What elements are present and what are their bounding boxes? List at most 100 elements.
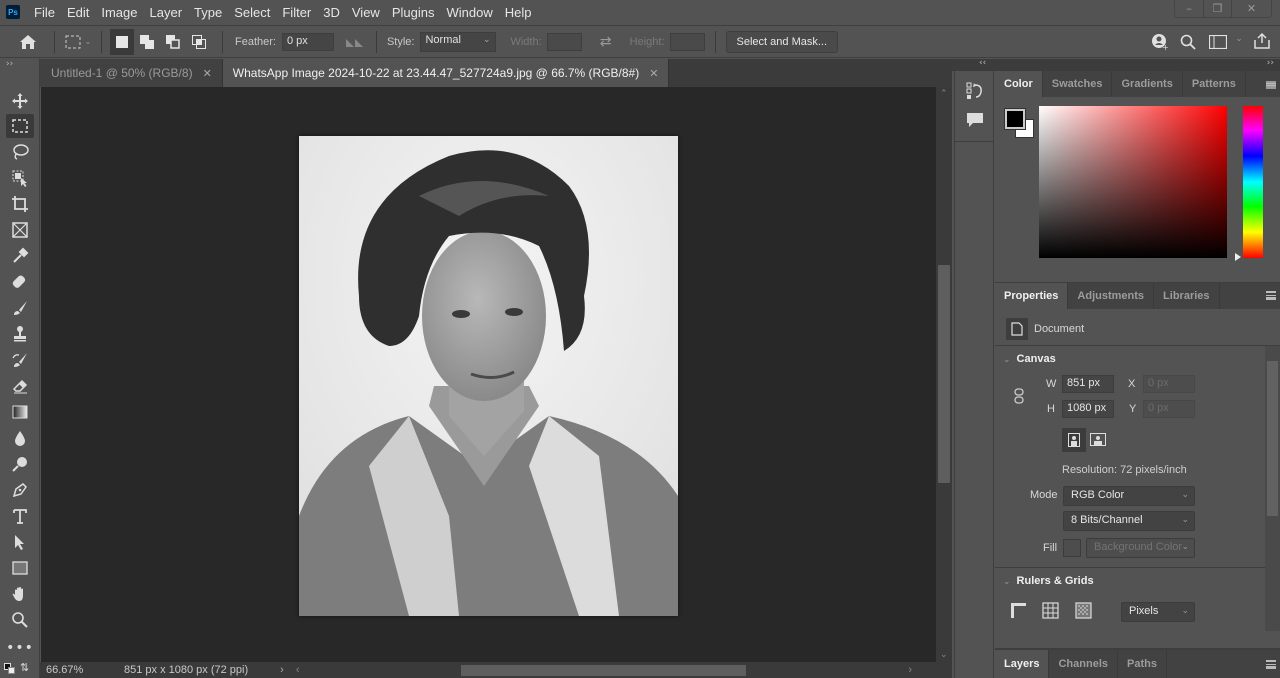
height-input[interactable] — [669, 32, 705, 51]
document-image[interactable] — [299, 136, 678, 616]
eraser-tool[interactable] — [6, 374, 34, 398]
new-selection-icon[interactable] — [110, 28, 134, 55]
canvas-area[interactable] — [41, 87, 936, 662]
menu-layer[interactable]: Layer — [150, 5, 183, 20]
style-dropdown[interactable]: Normal ⌄ — [420, 31, 497, 52]
menu-help[interactable]: Help — [505, 5, 532, 20]
share-icon[interactable] — [1252, 31, 1272, 51]
search-icon[interactable] — [1178, 32, 1198, 52]
fill-color-swatch[interactable] — [1063, 539, 1081, 557]
scroll-left-icon[interactable]: ‹ — [296, 664, 300, 676]
tab-layers[interactable]: Layers — [995, 650, 1050, 678]
tab-libraries[interactable]: Libraries — [1154, 283, 1220, 309]
width-input[interactable] — [546, 32, 582, 51]
blur-tool[interactable] — [6, 426, 34, 450]
add-to-selection-icon[interactable] — [134, 29, 160, 55]
swap-width-height-icon[interactable]: ⇄ — [596, 34, 616, 50]
menu-plugins[interactable]: Plugins — [392, 5, 435, 20]
link-dimensions-icon[interactable] — [1014, 388, 1024, 407]
home-icon[interactable] — [8, 28, 48, 56]
bit-depth-dropdown[interactable]: 8 Bits/Channel ⌄ — [1063, 511, 1195, 531]
canvas-width-input[interactable]: 851 px — [1062, 375, 1114, 393]
feather-input[interactable]: 0 px — [281, 32, 334, 51]
tab-paths[interactable]: Paths — [1118, 650, 1167, 678]
horizontal-scroll-thumb[interactable] — [461, 665, 746, 676]
color-mode-dropdown[interactable]: RGB Color ⌄ — [1063, 486, 1195, 506]
hue-slider-handle[interactable] — [1235, 253, 1241, 261]
panel-menu-icon[interactable] — [1266, 81, 1276, 89]
menu-image[interactable]: Image — [101, 5, 137, 20]
dodge-tool[interactable] — [6, 452, 34, 476]
workspace-chevron-icon[interactable]: ⌄ — [1233, 34, 1245, 44]
eyedropper-tool[interactable] — [6, 244, 34, 268]
expand-panels-icon[interactable]: ›› — [1267, 58, 1274, 68]
menu-3d[interactable]: 3D — [323, 5, 340, 20]
panel-menu-icon[interactable] — [1266, 660, 1276, 669]
close-tab-icon[interactable]: ✕ — [203, 67, 212, 80]
menu-file[interactable]: File — [34, 5, 55, 20]
tab-swatches[interactable]: Swatches — [1043, 71, 1113, 97]
minimize-button[interactable]: – — [1175, 0, 1203, 17]
canvas-section-header[interactable]: ⌄ Canvas — [1003, 353, 1056, 365]
subtract-from-selection-icon[interactable] — [160, 29, 186, 55]
intersect-selection-icon[interactable] — [186, 29, 212, 55]
fill-dropdown[interactable]: Background Color ⌄ — [1086, 538, 1195, 558]
properties-scroll-thumb[interactable] — [1267, 361, 1278, 516]
default-colors-icon[interactable] — [4, 663, 16, 675]
menu-filter[interactable]: Filter — [282, 5, 311, 20]
tab-whatsapp-image[interactable]: WhatsApp Image 2024-10-22 at 23.44.47_52… — [222, 59, 670, 87]
tab-channels[interactable]: Channels — [1049, 650, 1118, 678]
vertical-scroll-thumb[interactable] — [938, 265, 950, 483]
landscape-orientation-icon[interactable] — [1090, 433, 1106, 449]
rectangular-marquee-tool[interactable] — [6, 114, 34, 138]
pixel-grid-icon[interactable] — [1075, 602, 1092, 622]
comments-icon[interactable] — [965, 111, 985, 132]
history-icon[interactable] — [965, 81, 985, 104]
status-expand-icon[interactable]: › — [280, 664, 284, 676]
select-and-mask-button[interactable]: Select and Mask... — [725, 30, 839, 53]
tab-adjustments[interactable]: Adjustments — [1068, 283, 1155, 309]
properties-scrollbar[interactable] — [1265, 346, 1280, 631]
more-tools-icon[interactable]: ••• — [6, 636, 34, 660]
workspace-icon[interactable] — [1207, 32, 1229, 52]
portrait-orientation-icon[interactable] — [1062, 428, 1086, 452]
scroll-right-icon[interactable]: › — [908, 664, 912, 676]
share-user-icon[interactable]: + — [1150, 32, 1170, 52]
zoom-level[interactable]: 66.67% — [46, 664, 116, 676]
close-tab-icon[interactable]: ✕ — [649, 67, 658, 80]
ruler-icon[interactable] — [1010, 602, 1027, 622]
zoom-tool[interactable] — [6, 608, 34, 632]
crop-tool[interactable] — [6, 192, 34, 216]
marquee-preset-icon[interactable]: ⌄ — [61, 28, 95, 56]
grid-icon[interactable] — [1042, 602, 1059, 622]
toolbar-collapse-icon[interactable]: ›› — [6, 59, 13, 69]
foreground-color-swatch[interactable] — [1004, 108, 1026, 130]
swap-colors-icon[interactable]: ⇅ — [20, 661, 29, 674]
frame-tool[interactable] — [6, 218, 34, 242]
path-selection-tool[interactable] — [6, 530, 34, 554]
canvas-x-input[interactable]: 0 px — [1143, 375, 1195, 393]
tab-patterns[interactable]: Patterns — [1183, 71, 1246, 97]
rulers-grids-section-header[interactable]: ⌄ Rulers & Grids — [1003, 575, 1094, 587]
close-button[interactable]: ✕ — [1231, 0, 1271, 17]
menu-type[interactable]: Type — [194, 5, 222, 20]
pen-tool[interactable] — [6, 478, 34, 502]
menu-window[interactable]: Window — [446, 5, 492, 20]
rectangle-tool[interactable] — [6, 556, 34, 580]
restore-button[interactable]: ❐ — [1203, 0, 1231, 17]
hand-tool[interactable] — [6, 582, 34, 606]
tab-properties[interactable]: Properties — [995, 283, 1069, 309]
panel-menu-icon[interactable] — [1266, 291, 1276, 300]
collapse-panels-icon[interactable]: ‹‹ — [979, 58, 986, 68]
tab-color[interactable]: Color — [995, 71, 1043, 97]
scroll-up-icon[interactable]: ⌃ — [940, 89, 948, 99]
menu-edit[interactable]: Edit — [67, 5, 89, 20]
menu-view[interactable]: View — [352, 5, 380, 20]
anti-alias-icon[interactable] — [344, 32, 366, 52]
healing-brush-tool[interactable] — [6, 270, 34, 294]
scroll-down-icon[interactable]: ⌄ — [940, 650, 948, 660]
units-dropdown[interactable]: Pixels ⌄ — [1121, 602, 1195, 622]
clone-stamp-tool[interactable] — [6, 322, 34, 346]
gradient-tool[interactable] — [6, 400, 34, 424]
history-brush-tool[interactable] — [6, 348, 34, 372]
